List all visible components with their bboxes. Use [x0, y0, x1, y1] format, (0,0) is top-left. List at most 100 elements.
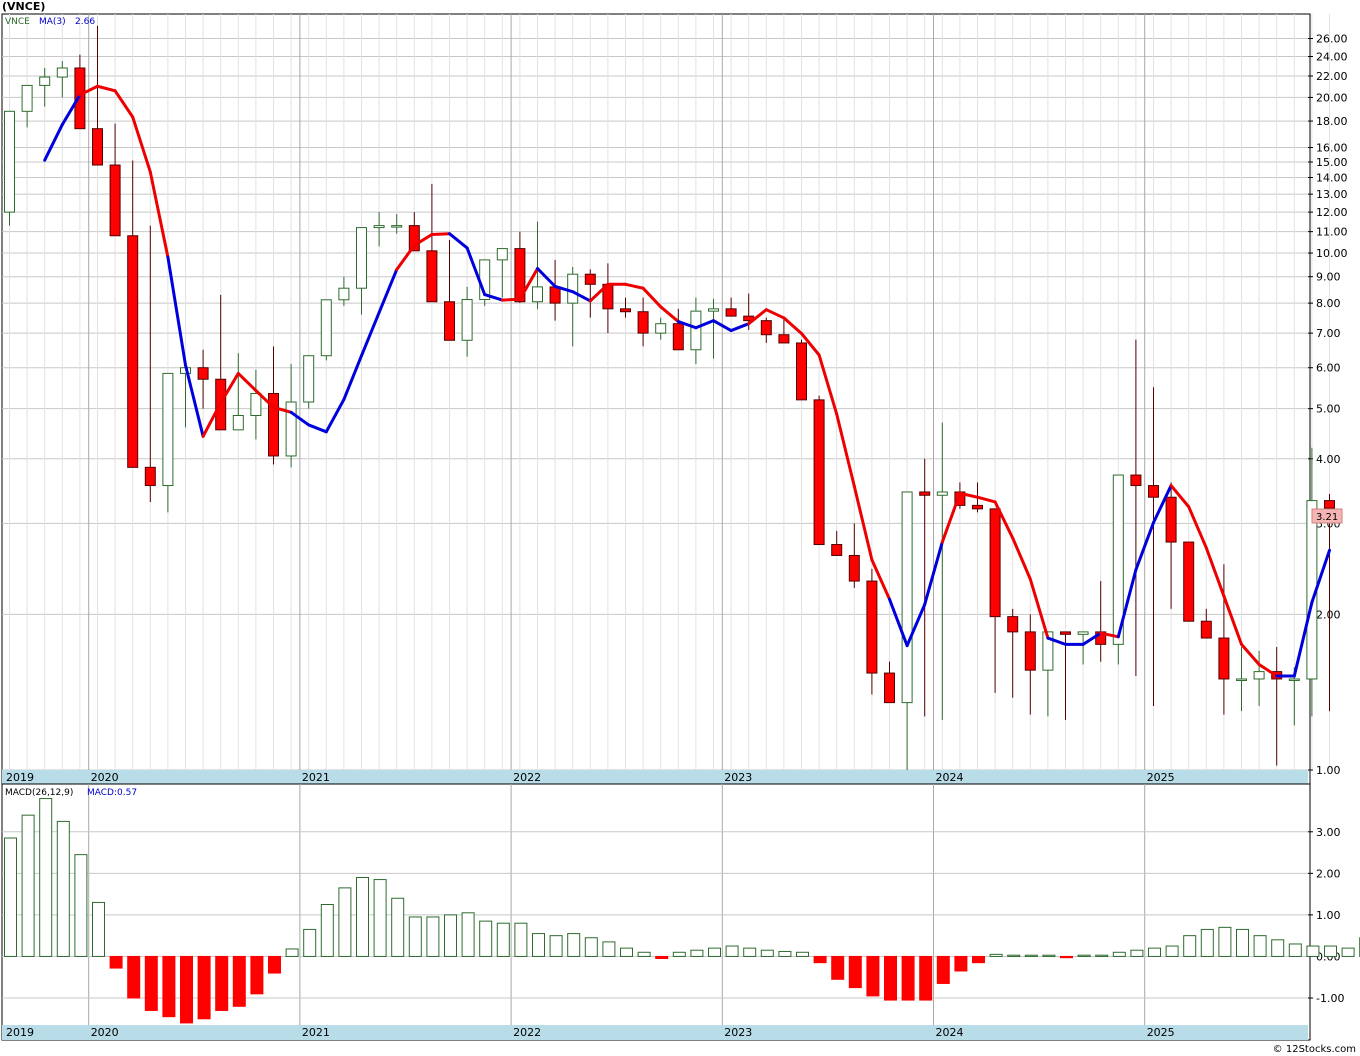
macd-bar: [831, 955, 845, 980]
macd-legend-value: MACD:0.57: [87, 788, 137, 798]
candle-body: [338, 287, 350, 301]
macd-bar: [637, 951, 651, 957]
macd-bar: [215, 955, 229, 1011]
candle-body: [1130, 474, 1142, 487]
macd-bar: [1024, 954, 1038, 957]
price-x-tick-label: 2024: [936, 771, 964, 784]
price-y-tick-label: 15.00: [1316, 156, 1348, 169]
candle-body: [989, 508, 1001, 618]
price-legend-symbol: VNCE: [5, 17, 30, 27]
candle: [4, 110, 15, 226]
macd-bar: [479, 920, 493, 957]
macd-bar: [496, 922, 510, 957]
candle-body: [919, 491, 931, 496]
candle-body: [144, 466, 156, 487]
watermark: © 12Stocks.com: [1273, 1044, 1356, 1055]
candle-body: [109, 164, 121, 237]
macd-x-tick-label: 2020: [91, 1026, 119, 1039]
macd-bar: [1042, 954, 1056, 957]
macd-bar: [109, 955, 123, 969]
price-x-tick-label: 2023: [724, 771, 752, 784]
price-y-tick-label: 16.00: [1316, 142, 1348, 155]
macd-bar: [197, 955, 211, 1020]
candle-body: [637, 311, 649, 334]
candle-body: [866, 580, 878, 674]
macd-bar: [356, 876, 369, 957]
price-y-tick-label: 22.00: [1316, 70, 1348, 83]
candle-body: [1253, 671, 1265, 680]
candle-body: [1200, 620, 1212, 639]
candle-body: [620, 308, 631, 313]
candle-body: [796, 342, 807, 401]
macd-bar: [919, 955, 933, 1001]
macd-bar: [444, 914, 457, 957]
price-x-tick-label: 2021: [302, 771, 330, 784]
macd-bar: [972, 955, 985, 964]
macd-bar: [1007, 954, 1021, 957]
macd-x-axis-strip: [2, 1025, 1308, 1040]
candle-body: [1236, 678, 1247, 681]
macd-bar: [884, 955, 897, 1001]
macd-bar: [1200, 928, 1214, 957]
macd-bar: [760, 949, 774, 957]
candle-body: [1077, 631, 1089, 635]
candle-body: [197, 367, 209, 380]
macd-bar: [373, 879, 387, 957]
price-x-tick-label: 2019: [6, 771, 34, 784]
macd-x-tick-label: 2019: [6, 1026, 34, 1039]
macd-bar: [21, 814, 35, 957]
candle-body: [831, 544, 843, 556]
candle-body: [250, 392, 262, 416]
macd-bar: [144, 955, 158, 1011]
candle-body: [972, 504, 983, 510]
macd-y-tick-label: 3.00: [1316, 826, 1341, 839]
last-price-badge-text: 3.21: [1316, 512, 1338, 523]
macd-bar: [4, 837, 17, 957]
candle-body: [56, 67, 68, 78]
macd-bar: [514, 922, 528, 957]
macd-bar: [690, 949, 704, 957]
macd-bar: [127, 955, 141, 999]
macd-bar: [584, 937, 598, 957]
macd-bar: [1148, 947, 1161, 957]
macd-y-tick-label: -1.00: [1316, 992, 1344, 1005]
macd-bar: [320, 904, 334, 957]
macd-bar: [250, 955, 264, 995]
candle-body: [1060, 631, 1071, 635]
macd-bar: [532, 933, 545, 957]
macd-y-tick-label: 1.00: [1316, 909, 1341, 922]
ma-segment: [430, 232, 451, 237]
macd-x-tick-label: 2022: [513, 1026, 541, 1039]
macd-bar: [1306, 945, 1320, 957]
candle: [303, 355, 315, 409]
candle-body: [936, 491, 948, 496]
macd-bar: [989, 953, 1003, 957]
price-x-tick-label: 2025: [1147, 771, 1175, 784]
macd-bar: [391, 897, 405, 957]
price-y-tick-label: 2.00: [1316, 608, 1341, 621]
candle-body: [725, 308, 737, 317]
candle-body: [303, 355, 315, 403]
candle-body: [1288, 678, 1300, 681]
candle-body: [391, 225, 403, 228]
candle-body: [778, 334, 790, 344]
candle-body: [708, 308, 719, 312]
macd-bar: [74, 854, 88, 957]
macd-bar: [162, 955, 176, 1018]
candle-body: [127, 235, 139, 468]
macd-bar: [901, 955, 915, 1001]
macd-bar: [268, 955, 281, 974]
macd-bar: [866, 955, 880, 997]
price-y-tick-label: 20.00: [1316, 91, 1348, 104]
macd-bar: [180, 955, 193, 1024]
macd-bar: [338, 887, 352, 957]
price-y-tick-label: 6.00: [1316, 362, 1341, 375]
candle-body: [1165, 496, 1177, 543]
macd-bar: [602, 941, 616, 957]
macd-bar: [1236, 928, 1249, 957]
macd-bar: [1288, 943, 1302, 957]
candle-body: [1007, 616, 1019, 633]
macd-bar: [285, 948, 299, 957]
macd-bar: [936, 955, 950, 984]
candle: [320, 299, 332, 361]
